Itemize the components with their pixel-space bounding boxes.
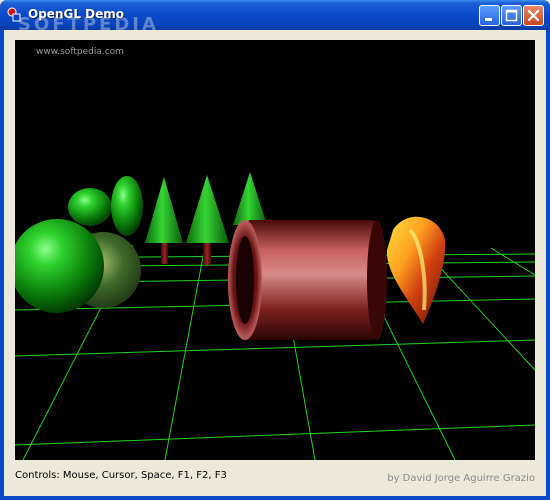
controls-help-text: Controls: Mouse, Cursor, Space, F1, F2, … [15,470,227,481]
cone-tree-2 [186,175,229,265]
softpedia-url-watermark: www.softpedia.com [36,47,124,57]
opengl-viewport[interactable] [15,40,535,460]
green-ellipsoid [111,176,143,236]
close-button[interactable] [523,5,544,26]
title-bar[interactable]: OpenGL Demo SOFTPEDIA [0,0,550,35]
cone-tree-1 [145,177,183,264]
author-credit: by David Jorge Aguirre Grazio [387,473,535,484]
maximize-icon [505,9,518,22]
minimize-icon [485,18,492,21]
maximize-button[interactable] [501,5,522,26]
distant-sphere [68,188,112,226]
scene-canvas[interactable] [15,40,535,460]
orange-bullet [386,216,446,324]
red-cylinder [228,220,387,340]
app-window: OpenGL Demo SOFTPEDIA www.softpedia.com … [0,0,550,500]
close-icon [527,9,540,22]
minimize-button[interactable] [479,5,500,26]
cone-tree-3 [233,172,267,225]
